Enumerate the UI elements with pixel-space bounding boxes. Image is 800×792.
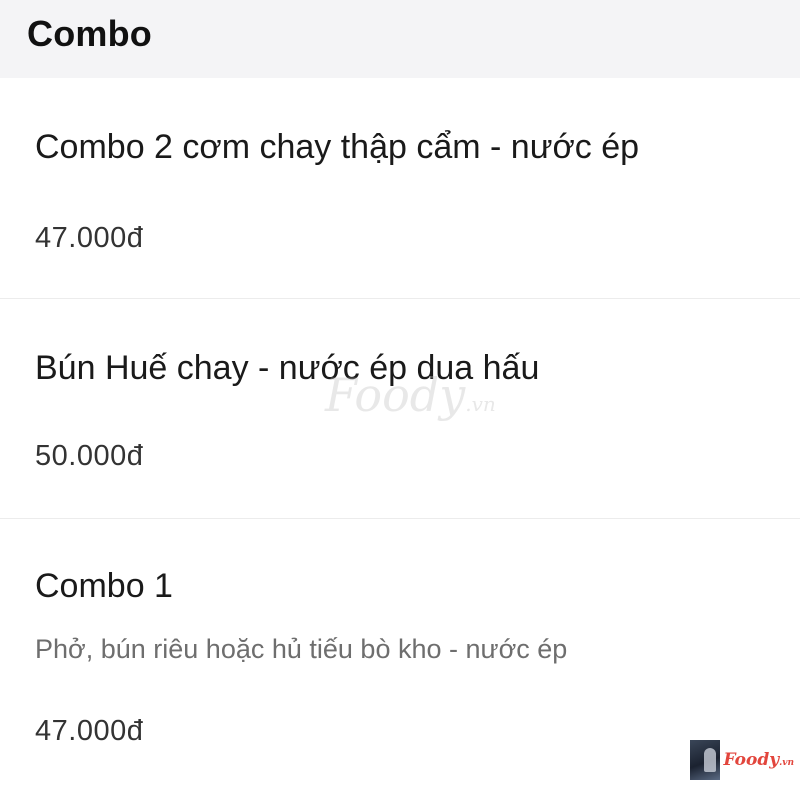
section-title: Combo	[27, 13, 152, 54]
brand-logo-text: Foody.vn	[724, 750, 795, 770]
menu-item[interactable]: Combo 1 Phở, bún riêu hoặc hủ tiếu bò kh…	[0, 519, 800, 779]
item-name: Combo 1	[35, 567, 173, 605]
menu-item[interactable]: Bún Huế chay - nước ép dua hấu 50.000đ	[0, 299, 800, 519]
brand-suffix: .vn	[779, 758, 794, 768]
item-description: Phở, bún riêu hoặc hủ tiếu bò kho - nước…	[35, 634, 568, 664]
restaurant-photo-thumbnail-icon	[690, 740, 720, 780]
item-name: Bún Huế chay - nước ép dua hấu	[35, 349, 540, 387]
menu-item[interactable]: Combo 2 cơm chay thập cẩm - nước ép 47.0…	[0, 78, 800, 299]
item-name: Combo 2 cơm chay thập cẩm - nước ép	[35, 128, 640, 166]
brand-main: Foody	[723, 750, 780, 770]
section-header: Combo	[0, 0, 800, 78]
item-price: 47.000đ	[35, 715, 144, 747]
brand-badge: Foody.vn	[690, 740, 794, 780]
menu-list: Combo 2 cơm chay thập cẩm - nước ép 47.0…	[0, 78, 800, 779]
item-price: 50.000đ	[35, 440, 144, 472]
item-price: 47.000đ	[35, 222, 144, 254]
menu-screen: Combo Combo 2 cơm chay thập cẩm - nước é…	[0, 0, 800, 792]
